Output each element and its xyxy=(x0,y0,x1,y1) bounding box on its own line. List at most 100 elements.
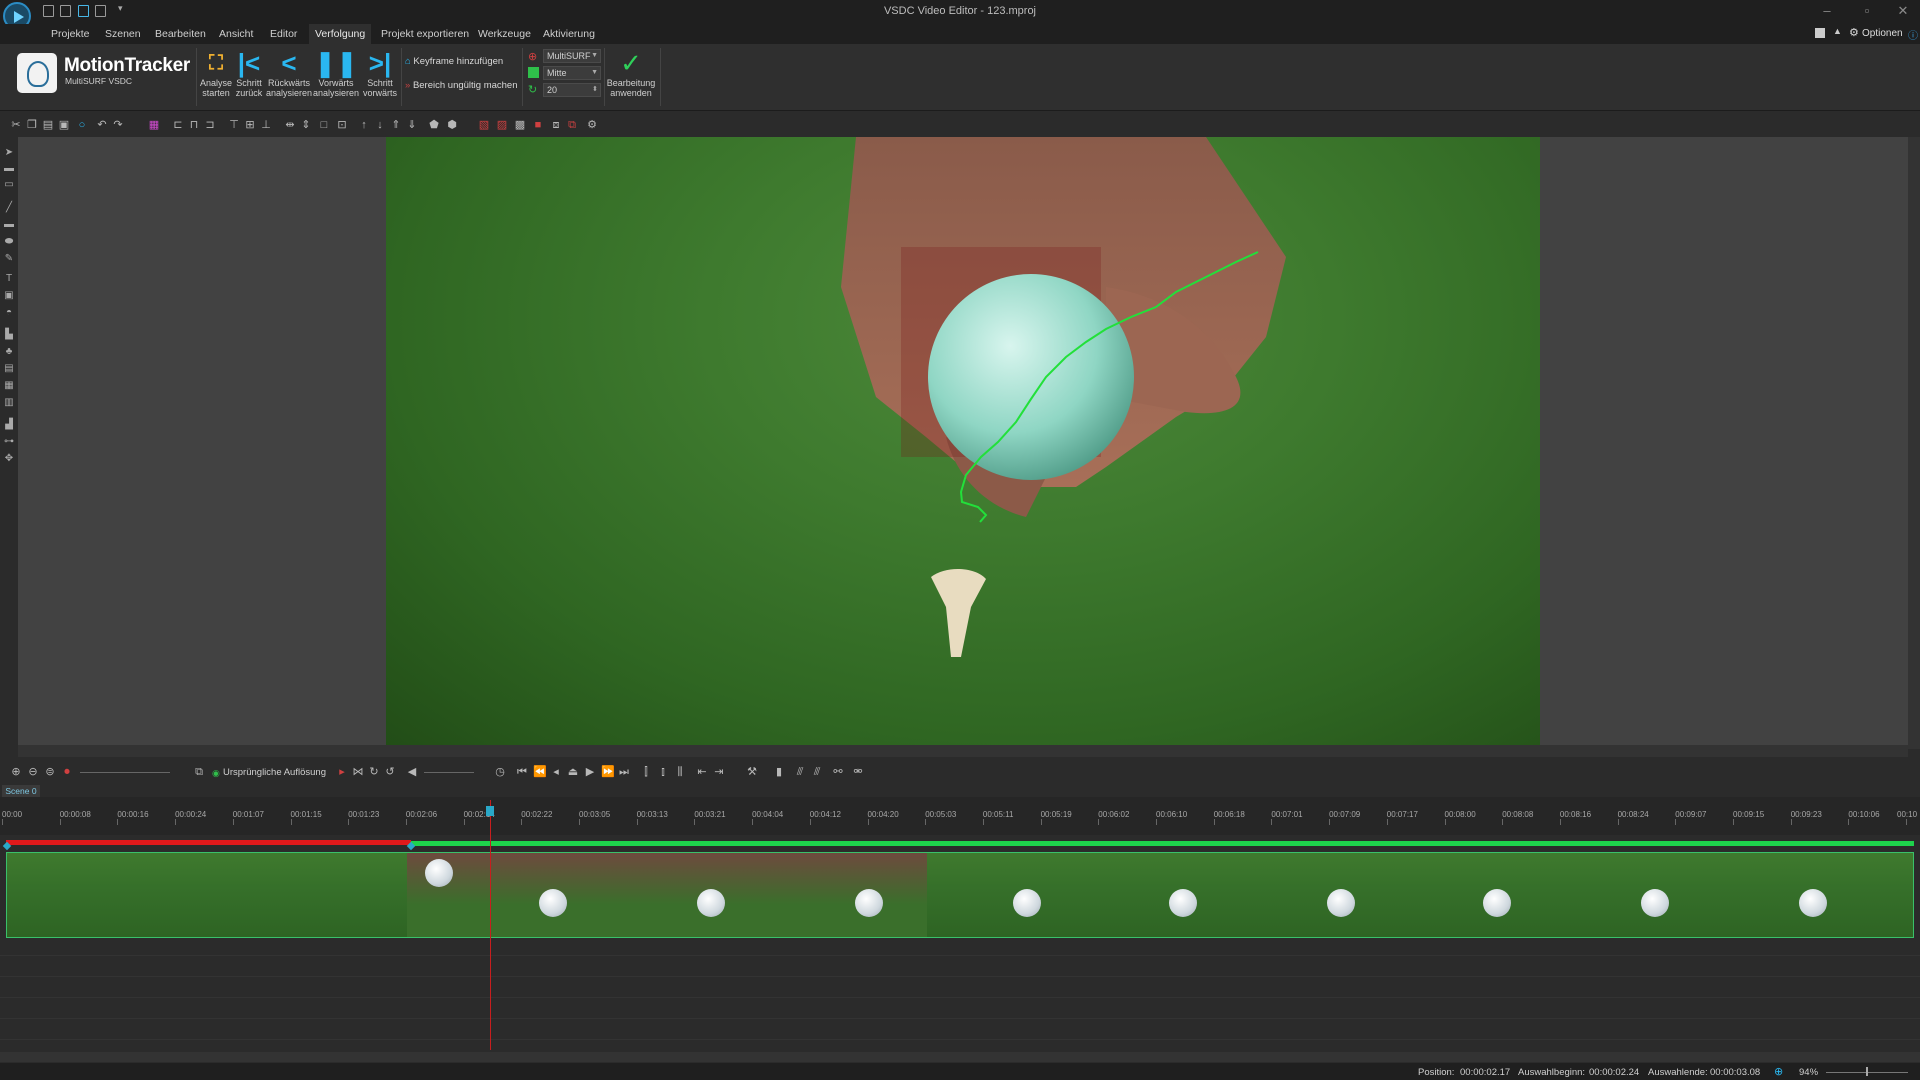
close-icon[interactable]: ✕ xyxy=(1893,3,1913,19)
move-icon[interactable]: ✥ xyxy=(3,454,15,464)
rectangle-icon[interactable]: ▬ xyxy=(3,220,15,230)
timeline-zoom-slider[interactable] xyxy=(80,772,170,773)
layer-icon[interactable]: ▩ xyxy=(514,119,526,131)
playhead[interactable] xyxy=(490,800,491,1050)
crop-2-icon[interactable]: ▨ xyxy=(496,119,508,131)
distribute-icon[interactable]: ⇹ xyxy=(284,119,296,131)
image-icon[interactable]: ▭ xyxy=(3,180,15,190)
remove-track-icon[interactable]: ⊖ xyxy=(27,766,39,778)
record-icon[interactable]: ⏺ xyxy=(61,766,73,778)
video-effect-icon[interactable]: ▦ xyxy=(3,381,15,391)
shape-group-icon[interactable]: ⬢ xyxy=(446,119,458,131)
layer-frame-red-icon[interactable]: ⧉ xyxy=(566,119,578,131)
step-back-button[interactable]: |< Schritt zurück xyxy=(234,48,264,98)
grid-icon[interactable]: ▦ xyxy=(148,119,160,131)
analyse-start-button[interactable]: ⛶ Analyse starten xyxy=(200,48,232,98)
zoom-slider-thumb[interactable] xyxy=(1866,1067,1868,1076)
properties-icon[interactable]: ▮ xyxy=(773,766,785,778)
volume-icon[interactable]: ◀ xyxy=(406,766,418,778)
layout-icon[interactable] xyxy=(1815,28,1825,38)
apply-editing-button[interactable]: ✓ Bearbeitung anwenden xyxy=(606,48,656,98)
position-select[interactable]: Mitte ▼ xyxy=(543,66,601,80)
quick-access-dropdown-icon[interactable]: ▾ xyxy=(118,3,123,14)
cut-icon[interactable]: ✂ xyxy=(10,119,22,131)
line-icon[interactable]: ╱ xyxy=(3,203,15,213)
marker-icon[interactable]: ▸ xyxy=(336,766,348,778)
unlink-icon[interactable]: ⚮ xyxy=(852,766,864,778)
forward-icon[interactable]: ⏩ xyxy=(601,766,615,778)
options-button[interactable]: Optionen xyxy=(1862,28,1903,39)
menu-editor[interactable]: Editor xyxy=(264,24,303,44)
invalidate-range-button[interactable]: » Bereich ungültig machen xyxy=(405,80,518,91)
step-forward-button[interactable]: >| Schritt vorwärts xyxy=(361,48,399,98)
horizontal-scrollbar[interactable] xyxy=(18,745,1908,757)
ellipse-icon[interactable]: ⬬ xyxy=(3,237,15,247)
level-icon[interactable]: ⫻ xyxy=(794,766,806,778)
analyse-forward-button[interactable]: ❚❚ Vorwärts analysieren xyxy=(313,48,359,98)
value-stepper[interactable]: 20 ⬍ xyxy=(543,83,601,97)
save-icon[interactable] xyxy=(78,5,89,17)
mark-out-icon[interactable]: ⫾ xyxy=(657,766,669,778)
stop-icon[interactable]: ⏏ xyxy=(567,766,579,778)
copy-icon[interactable]: ❐ xyxy=(26,119,38,131)
loop-icon[interactable]: ↻ xyxy=(368,766,380,778)
analyse-backward-button[interactable]: < Rückwärts analysieren xyxy=(266,48,312,98)
send-back-icon[interactable]: ⇓ xyxy=(406,119,418,131)
circle-icon[interactable]: ○ xyxy=(76,119,88,131)
text-icon[interactable]: T xyxy=(3,274,15,284)
menu-ansicht[interactable]: Ansicht xyxy=(213,24,259,44)
rewind-icon[interactable]: ⏪ xyxy=(533,766,547,778)
spectrum-icon[interactable]: ▟ xyxy=(3,420,15,430)
resolution-icon[interactable]: ⧉ xyxy=(193,766,205,778)
menu-werkzeuge[interactable]: Werkzeuge xyxy=(472,24,537,44)
open-file-icon[interactable] xyxy=(60,5,71,17)
video-icon[interactable]: ▬ xyxy=(3,164,15,174)
jump-prev-icon[interactable]: ⇤ xyxy=(696,766,708,778)
menu-projekte[interactable]: Projekte xyxy=(45,24,96,44)
collapse-ribbon-icon[interactable]: ▲ xyxy=(1833,26,1842,36)
delete-icon[interactable]: ▣ xyxy=(58,119,70,131)
go-end-icon[interactable]: ⏭ xyxy=(618,766,630,778)
video-clip[interactable] xyxy=(6,852,1914,938)
playhead-handle[interactable] xyxy=(486,806,494,816)
clock-icon[interactable]: ◷ xyxy=(494,766,506,778)
eye-icon[interactable]: ◉ xyxy=(212,768,220,779)
sprite-icon[interactable]: ▤ xyxy=(3,364,15,374)
align-right-icon[interactable]: ⊐ xyxy=(204,119,216,131)
export-icon[interactable] xyxy=(95,5,106,17)
scene-tab[interactable]: Scene 0 xyxy=(2,785,40,797)
track-settings-icon[interactable]: ⊜ xyxy=(44,766,56,778)
algorithm-select[interactable]: MultiSURF ▼ xyxy=(543,49,601,63)
rotate-icon[interactable]: ↺ xyxy=(384,766,396,778)
jump-next-icon[interactable]: ⇥ xyxy=(713,766,725,778)
menu-szenen[interactable]: Szenen xyxy=(99,24,147,44)
settings-icon[interactable]: ⚙ xyxy=(586,119,598,131)
menu-projekt-exportieren[interactable]: Projekt exportieren xyxy=(375,24,475,44)
timeline-scrollbar[interactable] xyxy=(0,1052,1920,1062)
split-icon[interactable]: ⋈ xyxy=(352,766,364,778)
vertical-scrollbar[interactable] xyxy=(1908,137,1920,749)
go-start-icon[interactable]: ⏮ xyxy=(516,766,528,778)
frame-fit-icon[interactable]: ⊡ xyxy=(336,119,348,131)
align-middle-icon[interactable]: ⊞ xyxy=(244,119,256,131)
play-icon[interactable]: ▶ xyxy=(584,766,596,778)
bring-front-icon[interactable]: ⇑ xyxy=(390,119,402,131)
layer-frame-icon[interactable]: ⧈ xyxy=(550,119,562,131)
mark-range-icon[interactable]: ⫼ xyxy=(674,766,686,778)
mark-in-icon[interactable]: ⫿ xyxy=(640,766,652,778)
chart-icon[interactable]: ▙ xyxy=(3,330,15,340)
align-center-icon[interactable]: ⊓ xyxy=(188,119,200,131)
resolution-select[interactable]: Ursprüngliche Auflösung xyxy=(223,767,326,778)
minimize-icon[interactable]: – xyxy=(1817,3,1837,18)
subtitle-icon[interactable]: ▣ xyxy=(3,291,15,301)
level-2-icon[interactable]: ⫻ xyxy=(811,766,823,778)
prev-frame-icon[interactable]: ◂ xyxy=(550,766,562,778)
undo-icon[interactable]: ↶ xyxy=(96,119,108,131)
audio-icon[interactable]: ▥ xyxy=(3,398,15,408)
info-icon[interactable]: ⓘ xyxy=(1908,27,1918,42)
transform-icon[interactable]: ⊶ xyxy=(3,437,15,447)
crop-icon[interactable]: ▧ xyxy=(478,119,490,131)
speech-bubble-icon[interactable]: ◓ xyxy=(3,308,15,318)
gear-icon[interactable]: ⚙ xyxy=(1849,26,1859,39)
align-top-icon[interactable]: ⊤ xyxy=(228,119,240,131)
